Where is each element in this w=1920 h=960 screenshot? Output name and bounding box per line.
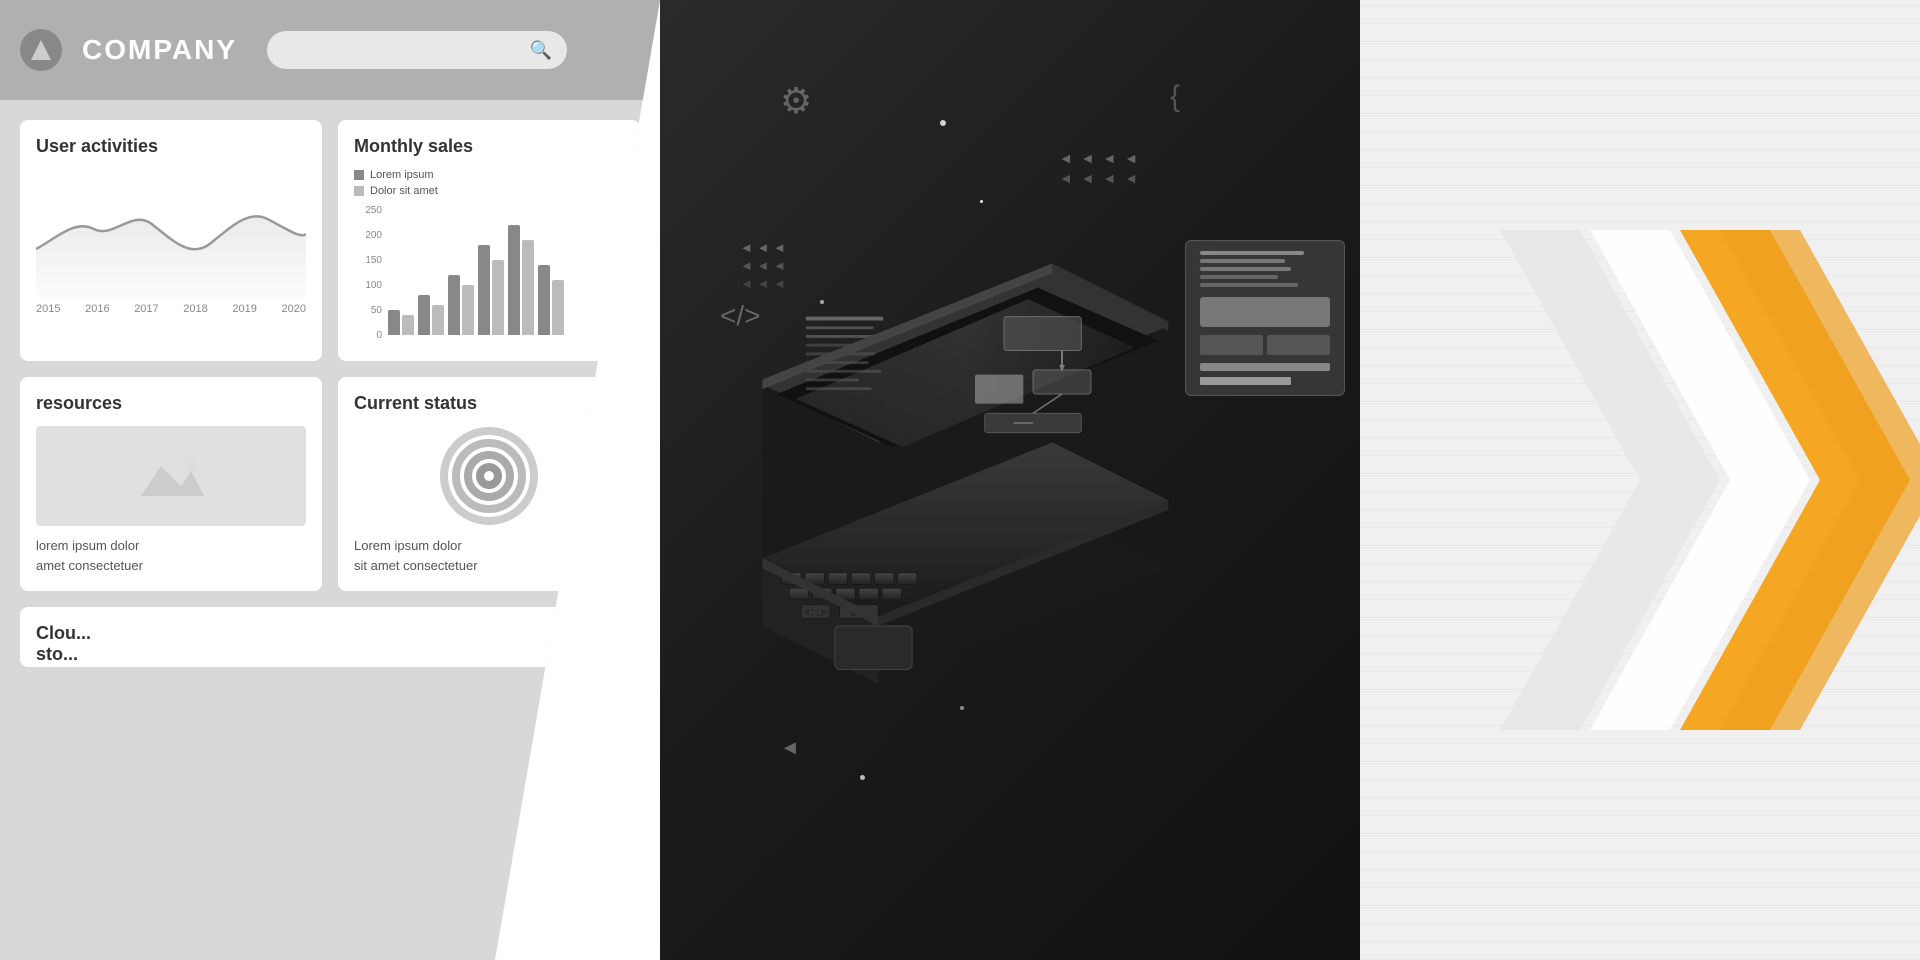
- laptop-3d: <0 1> enter: [685, 220, 1265, 740]
- search-icon: 🔍: [530, 40, 552, 61]
- bar-chart: 250 200 150 100 50 0: [354, 205, 624, 345]
- bar: [432, 305, 444, 335]
- user-activities-card: User activities: [20, 120, 322, 361]
- legend-item-2: Dolor sit amet: [354, 185, 624, 197]
- right-panel: [1360, 0, 1920, 960]
- cloud-card: Clou... sto...: [20, 607, 640, 667]
- placeholder-image: [36, 426, 306, 526]
- gear-icon: ⚙: [780, 80, 812, 122]
- bar-group-1: [388, 310, 414, 335]
- chevrons-svg: [1440, 130, 1920, 830]
- bar: [552, 280, 564, 335]
- legend-dot-2: [354, 186, 364, 196]
- laptop-svg: <0 1> enter: [685, 220, 1265, 723]
- target-circles: [439, 426, 539, 526]
- y-axis: 250 200 150 100 50 0: [354, 205, 382, 345]
- status-text: Lorem ipsum dolor sit amet consectetuer: [354, 536, 624, 575]
- resources-line1: lorem ipsum dolor: [36, 538, 139, 553]
- bar: [492, 260, 504, 335]
- bar: [462, 285, 474, 335]
- legend-item-1: Lorem ipsum: [354, 169, 624, 181]
- cloud-title: Clou... sto...: [36, 623, 624, 665]
- particle: [860, 775, 865, 780]
- bar: [448, 275, 460, 335]
- bar-group-4: [478, 245, 504, 335]
- line-chart: [36, 169, 306, 299]
- floating-panel-1: [1185, 240, 1345, 396]
- dashboard-header: COMPANY 🔍: [0, 0, 660, 100]
- legend-label-1: Lorem ipsum: [370, 169, 434, 181]
- status-line2: sit amet consectetuer: [354, 558, 478, 573]
- particle: [980, 200, 983, 203]
- cursor-icon: ◄: [780, 737, 800, 760]
- bars: [388, 205, 564, 335]
- current-status-card: Current status Lorem ipsum dolor sit ame…: [338, 377, 640, 591]
- mountain-icon: [136, 451, 206, 501]
- bar: [508, 225, 520, 335]
- bar-group-3: [448, 275, 474, 335]
- chart-legend: Lorem ipsum Dolor sit amet: [354, 169, 624, 197]
- dashboard-content: User activities: [0, 100, 660, 687]
- particle: [940, 120, 946, 126]
- legend-dot-1: [354, 170, 364, 180]
- bar: [402, 315, 414, 335]
- status-line1: Lorem ipsum dolor: [354, 538, 462, 553]
- bar: [538, 265, 550, 335]
- legend-label-2: Dolor sit amet: [370, 185, 438, 197]
- resources-text: lorem ipsum dolor amet consectetuer: [36, 536, 306, 575]
- arrows-right-icon: ◄ ◄ ◄ ◄ ◄ ◄ ◄ ◄: [1059, 150, 1140, 186]
- bar-group-2: [418, 295, 444, 335]
- bar-group-5: [508, 225, 534, 335]
- company-name: COMPANY: [82, 34, 237, 66]
- user-activities-title: User activities: [36, 136, 306, 157]
- resources-title: resources: [36, 393, 306, 414]
- search-bar[interactable]: 🔍: [267, 31, 567, 69]
- monthly-sales-title: Monthly sales: [354, 136, 624, 157]
- resources-line2: amet consectetuer: [36, 558, 143, 573]
- resources-card: resources lorem ipsum dolor amet consect…: [20, 377, 322, 591]
- logo: [20, 29, 62, 71]
- chart-years: 2015 2016 2017 2018 2019 2020: [36, 303, 306, 315]
- bar: [522, 240, 534, 335]
- svg-text:<0 1>: <0 1>: [804, 607, 826, 617]
- bar-group-6: [538, 265, 564, 335]
- left-panel: COMPANY 🔍 User activities: [0, 0, 660, 960]
- bar: [418, 295, 430, 335]
- current-status-title: Current status: [354, 393, 624, 414]
- bar: [478, 245, 490, 335]
- middle-panel: ⚙ { ◄ ◄ ◄ ◄ ◄ ◄ ◄ ◄ </> ◄ ◄ ◄ ◄ ◄ ◄ ◄ ◄ …: [660, 0, 1360, 960]
- bar: [388, 310, 400, 335]
- radial-chart: [439, 426, 539, 526]
- curly-bracket-icon: {: [1170, 80, 1180, 114]
- monthly-sales-card: Monthly sales Lorem ipsum Dolor sit amet…: [338, 120, 640, 361]
